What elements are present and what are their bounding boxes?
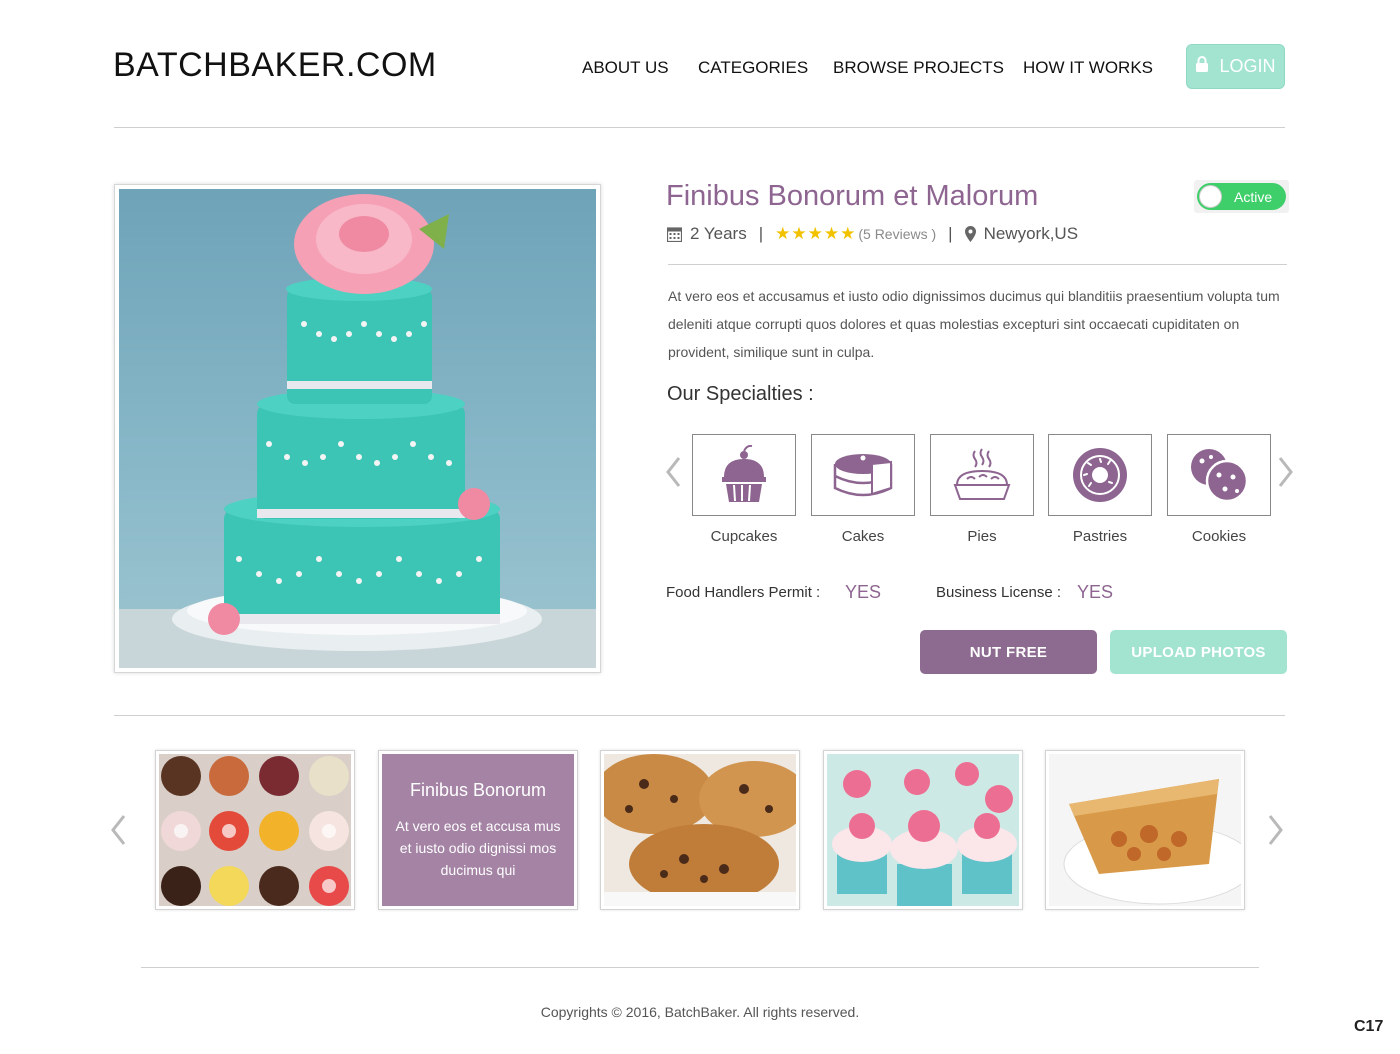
lock-icon — [1195, 56, 1209, 77]
toggle-label: Active — [1234, 189, 1273, 205]
active-toggle[interactable]: Active — [1194, 180, 1289, 213]
specialty-label: Cakes — [841, 528, 885, 545]
login-label: LOGIN — [1219, 56, 1276, 76]
site-logo[interactable]: BATCHBAKER.COM — [113, 46, 437, 85]
cake-icon — [833, 454, 893, 497]
reviews-link[interactable]: (5 Reviews ) — [858, 226, 936, 242]
food-permit-value: YES — [845, 582, 882, 602]
specialty-label: Cupcakes — [710, 528, 778, 545]
specialties-prev-icon[interactable] — [665, 456, 681, 494]
cupcake-icon — [722, 445, 766, 502]
rating-stars: ★★★★★ — [775, 224, 857, 243]
nav-about-us[interactable]: ABOUT US — [582, 58, 669, 78]
cookies-image — [604, 754, 796, 906]
nut-free-button[interactable]: NUT FREE — [920, 630, 1097, 674]
baker-title: Finibus Bonorum et Malorum — [666, 180, 1039, 212]
toggle-knob — [1199, 185, 1222, 208]
corner-code: C17 — [1354, 1018, 1384, 1035]
specialty-pies[interactable]: Pies — [930, 434, 1034, 545]
footer-divider — [141, 967, 1259, 968]
header-divider — [114, 127, 1285, 128]
map-pin-icon — [964, 226, 976, 242]
pie-slice-image — [1049, 754, 1241, 906]
profile-description: At vero eos et accusamus et iusto odio d… — [668, 288, 1280, 360]
meta-separator: | — [948, 224, 953, 243]
specialties-next-icon[interactable] — [1278, 456, 1294, 494]
specialty-cupcakes[interactable]: Cupcakes — [692, 434, 796, 545]
profile-meta: 2 Years | ★★★★★ (5 Reviews ) | Newyork,U… — [667, 224, 1078, 244]
pie-icon — [953, 448, 1011, 500]
specialty-label: Pies — [967, 528, 997, 545]
cupcakes-grid-image — [159, 754, 351, 906]
gallery-overlay: Finibus Bonorum At vero eos et accusa mu… — [382, 754, 574, 906]
gallery-thumb-featured[interactable]: Finibus Bonorum At vero eos et accusa mu… — [378, 750, 578, 910]
gallery-thumb-rose-cupcakes[interactable] — [823, 750, 1023, 910]
nav-categories[interactable]: CATEGORIES — [698, 58, 808, 78]
meta-divider — [668, 264, 1287, 265]
specialty-label: Pastries — [1072, 528, 1128, 545]
calendar-icon — [667, 226, 682, 242]
specialty-cookies[interactable]: Cookies — [1167, 434, 1271, 545]
gallery-thumb-cupcakes[interactable] — [155, 750, 355, 910]
footer-copyright: Copyrights © 2016, BatchBaker. All right… — [540, 1004, 860, 1020]
nav-browse-projects[interactable]: BROWSE PROJECTS — [833, 58, 1004, 78]
gallery-overlay-title: Finibus Bonorum — [409, 780, 547, 800]
gallery-thumb-cookies[interactable] — [600, 750, 800, 910]
donut-icon — [1073, 448, 1127, 502]
gallery-next-icon[interactable] — [1268, 814, 1284, 852]
nav-how-it-works[interactable]: HOW IT WORKS — [1023, 58, 1153, 78]
business-license-value: YES — [1077, 582, 1114, 602]
upload-photos-button[interactable]: UPLOAD PHOTOS — [1110, 630, 1287, 674]
login-button[interactable]: LOGIN — [1186, 44, 1285, 89]
business-license-label: Business License : — [936, 584, 1062, 601]
location-text: Newyork,US — [983, 224, 1079, 243]
gallery-thumb-pie[interactable] — [1045, 750, 1245, 910]
rose-cupcakes-image — [827, 754, 1019, 906]
experience-text: 2 Years — [690, 224, 747, 243]
specialty-label: Cookies — [1191, 528, 1247, 545]
gallery-overlay-text: At vero eos et accusa mus et iusto odio … — [395, 818, 561, 878]
specialties-heading: Our Specialties : — [667, 383, 814, 405]
cookie-icon — [1191, 449, 1249, 503]
specialty-pastries[interactable]: Pastries — [1048, 434, 1152, 545]
gallery-prev-icon[interactable] — [110, 814, 126, 852]
food-permit-label: Food Handlers Permit : — [666, 584, 821, 601]
main-cake-photo[interactable] — [114, 184, 601, 673]
specialty-cakes[interactable]: Cakes — [811, 434, 915, 545]
cake-illustration — [119, 194, 596, 668]
meta-separator: | — [758, 224, 764, 243]
section-divider — [114, 715, 1285, 716]
